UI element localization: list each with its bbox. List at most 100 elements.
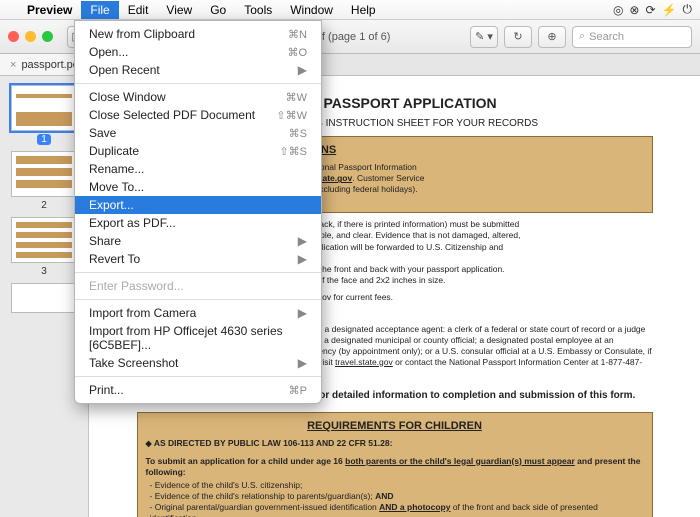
menu-item[interactable]: Close Selected PDF Document ⇧⌘W: [75, 106, 321, 124]
minimize-icon[interactable]: [25, 31, 36, 42]
t: Evidence of the child's relationship to …: [155, 491, 375, 501]
menu-item-label: Export...: [89, 198, 134, 212]
menu-item[interactable]: Print...⌘P: [75, 381, 321, 399]
mb-view[interactable]: View: [157, 1, 201, 19]
shortcut: ⌘W: [286, 91, 307, 104]
highlight-button[interactable]: ✎ ▾: [470, 26, 498, 48]
menu-item[interactable]: Rename...: [75, 160, 321, 178]
status-icon[interactable]: ◎: [613, 3, 623, 17]
menu-separator: [75, 299, 321, 300]
menu-item-label: Open Recent: [89, 63, 160, 77]
shortcut: ⌘S: [289, 127, 307, 140]
t: of the front and back with your passport…: [308, 264, 505, 274]
menu-item-label: Share: [89, 234, 121, 248]
status-icon[interactable]: ⊗: [629, 3, 639, 17]
status-icon[interactable]: ⏻: [683, 2, 693, 17]
search-input[interactable]: ⌕ Search: [572, 26, 692, 48]
shortcut: ⇧⌘S: [279, 145, 307, 158]
shortcut: ⌘N: [288, 28, 307, 41]
t: both parents or the child's legal guardi…: [345, 456, 575, 466]
menu-item-label: Save: [89, 126, 116, 140]
req-list: Evidence of the child's U.S. citizenship…: [146, 480, 644, 517]
status-icon[interactable]: ⚡: [662, 3, 677, 17]
menu-item[interactable]: Export as PDF...: [75, 214, 321, 232]
thumb-num-1: 1: [37, 134, 51, 145]
menu-item[interactable]: Export...: [75, 196, 321, 214]
menu-item-label: Close Selected PDF Document: [89, 108, 255, 122]
t: AND: [375, 491, 393, 501]
link: travel.state.gov: [335, 357, 393, 367]
menu-item-label: Duplicate: [89, 144, 139, 158]
shortcut: ⌘O: [287, 46, 307, 59]
mb-tools[interactable]: Tools: [235, 1, 281, 19]
zoom-icon[interactable]: [42, 31, 53, 42]
menu-item-label: Enter Password...: [89, 279, 184, 293]
submenu-arrow-icon: ▶: [298, 306, 307, 320]
menu-item-label: Take Screenshot: [89, 356, 178, 370]
mb-app[interactable]: Preview: [18, 1, 81, 19]
menu-separator: [75, 376, 321, 377]
menu-item[interactable]: New from Clipboard ⌘N: [75, 25, 321, 43]
menu-separator: [75, 272, 321, 273]
shortcut: ⌘P: [289, 384, 307, 397]
thumb-1[interactable]: [11, 85, 77, 131]
thumb-2[interactable]: [11, 151, 77, 197]
t: To submit an application for a child und…: [146, 456, 346, 466]
t: . Customer Service: [352, 173, 424, 183]
mb-window[interactable]: Window: [281, 1, 342, 19]
children-box: REQUIREMENTS FOR CHILDREN AS DIRECTED BY…: [137, 412, 653, 517]
submenu-arrow-icon: ▶: [298, 234, 307, 248]
menu-item[interactable]: Take Screenshot ▶: [75, 354, 321, 372]
menu-item[interactable]: Share ▶: [75, 232, 321, 250]
mb-go[interactable]: Go: [201, 1, 235, 19]
mb-edit[interactable]: Edit: [119, 1, 158, 19]
menu-item-label: Move To...: [89, 180, 144, 194]
menu-item-label: Rename...: [89, 162, 144, 176]
markup-button[interactable]: ⊕: [538, 26, 566, 48]
submenu-arrow-icon: ▶: [298, 356, 307, 370]
mb-file[interactable]: File: [81, 1, 118, 19]
shortcut: ⇧⌘W: [276, 109, 307, 122]
status-icon[interactable]: ⟳: [645, 3, 655, 17]
menu-item-label: Import from HP Officejet 4630 series [6C…: [89, 324, 307, 352]
mb-help[interactable]: Help: [342, 1, 385, 19]
menu-item[interactable]: Revert To ▶: [75, 250, 321, 268]
list-item: Original parental/guardian government-is…: [150, 502, 644, 517]
menu-item-label: Export as PDF...: [89, 216, 176, 230]
window-controls: [8, 31, 53, 42]
menu-item[interactable]: Move To...: [75, 178, 321, 196]
list-item: Evidence of the child's U.S. citizenship…: [150, 480, 644, 491]
menu-item[interactable]: Duplicate ⇧⌘S: [75, 142, 321, 160]
mb-status: ◎ ⊗ ⟳ ⚡ ⏻: [613, 2, 692, 17]
search-placeholder: Search: [589, 31, 624, 43]
menu-item: Enter Password...: [75, 277, 321, 295]
menu-item-label: Revert To: [89, 252, 140, 266]
t: Original parental/guardian government-is…: [155, 502, 379, 512]
menu-item-label: Close Window: [89, 90, 166, 104]
submenu-arrow-icon: ▶: [298, 252, 307, 266]
t: AND a photocopy: [379, 502, 450, 512]
file-menu-dropdown: New from Clipboard ⌘N Open... ⌘O Open Recent…: [74, 20, 322, 404]
tab-label: passport.pdf: [21, 59, 82, 71]
submenu-arrow-icon: ▶: [298, 63, 307, 77]
menu-item[interactable]: Open... ⌘O: [75, 43, 321, 61]
menu-item[interactable]: Import from HP Officejet 4630 series [6C…: [75, 322, 321, 354]
menu-item[interactable]: Close Window ⌘W: [75, 88, 321, 106]
rotate-button[interactable]: ↻: [504, 26, 532, 48]
search-icon: ⌕: [579, 30, 585, 43]
thumb-4[interactable]: [11, 283, 77, 313]
menubar: Preview File Edit View Go Tools Window H…: [0, 0, 700, 20]
close-icon[interactable]: ×: [10, 59, 16, 71]
children-heading: REQUIREMENTS FOR CHILDREN: [146, 419, 644, 434]
menu-item[interactable]: Save ⌘S: [75, 124, 321, 142]
menu-item[interactable]: Open Recent ▶: [75, 61, 321, 79]
close-icon[interactable]: [8, 31, 19, 42]
list-item: Evidence of the child's relationship to …: [150, 491, 644, 502]
menu-item-label: Import from Camera: [89, 306, 196, 320]
thumb-3[interactable]: [11, 217, 77, 263]
law-line: AS DIRECTED BY PUBLIC LAW 106-113 AND 22…: [146, 438, 644, 449]
menu-item[interactable]: Import from Camera ▶: [75, 304, 321, 322]
menu-item-label: Open...: [89, 45, 128, 59]
menu-item-label: New from Clipboard: [89, 27, 195, 41]
menu-separator: [75, 83, 321, 84]
